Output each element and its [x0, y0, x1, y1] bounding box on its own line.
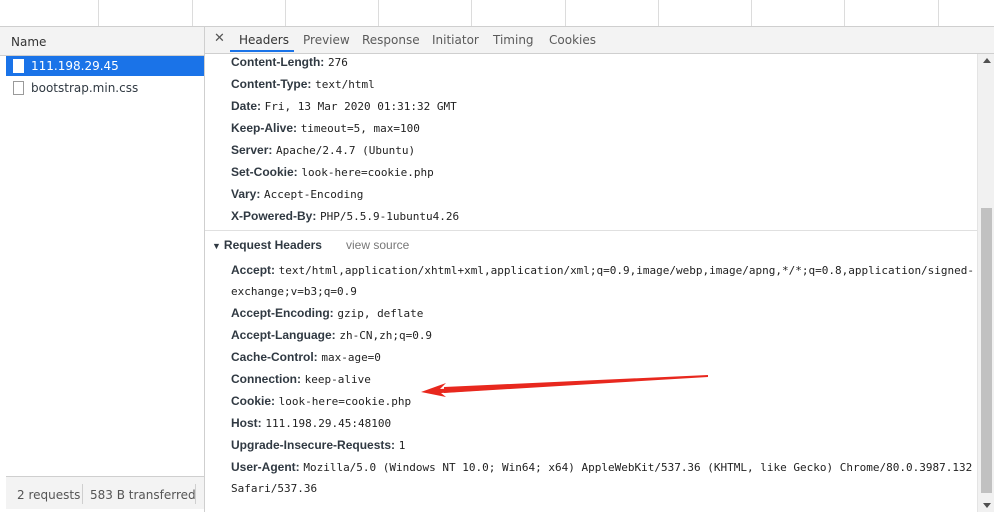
arrow-shaft	[444, 375, 708, 393]
annotation-arrow-icon	[421, 375, 708, 397]
